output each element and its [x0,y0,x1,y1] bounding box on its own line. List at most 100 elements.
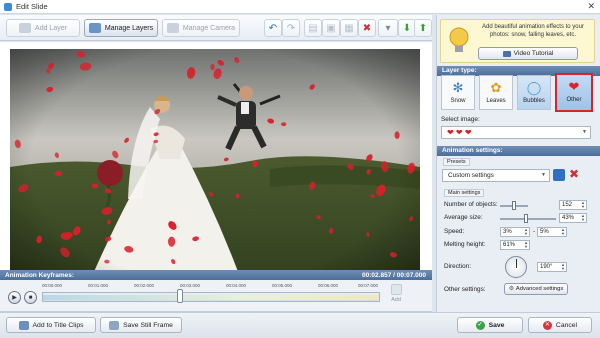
number-of-objects-slider[interactable] [500,201,528,210]
layer-copy-button[interactable]: ▣ [322,19,340,37]
other-settings-label: Other settings: [444,286,486,293]
undo-button[interactable]: ↶ [264,19,282,37]
speed-label: Speed: [444,228,465,235]
spinner-icon[interactable]: ▲ ▼ [524,241,528,249]
average-size-field[interactable]: 43% ▲ ▼ [559,213,587,223]
speed-dash: - [533,228,536,235]
spinner-icon[interactable]: ▲ ▼ [524,228,528,236]
spinner-icon[interactable]: ▲ ▼ [561,263,565,271]
manage-layers-button[interactable]: Manage Layers [84,19,158,37]
number-of-objects-label: Number of objects: [444,201,498,208]
save-button[interactable]: ✓ Save [457,317,523,333]
shapes-icon: ❤ [568,79,580,94]
app-icon [4,2,12,11]
add-to-title-clips-button[interactable]: Add to Title Clips [6,317,96,333]
chevron-down-icon: ▼ [582,129,587,135]
timeline-tick-label: 00:02.000 [134,283,155,288]
average-size-slider[interactable] [500,214,556,223]
leaf-icon: ✿ [490,80,502,95]
chevron-down-icon: ▼ [541,172,546,178]
select-image-dropdown[interactable]: ❤ ❤ ❤ ▼ [441,126,591,139]
dial-needle [516,259,517,268]
play-icon: ▶ [12,295,17,301]
tip-box: Add beautiful animation effects to your … [440,19,595,63]
layer-type-snow[interactable]: ✻ Snow [441,75,475,110]
select-image-label: Select image: [441,116,480,123]
spinner-icon[interactable]: ▲ ▼ [581,214,585,222]
direction-label: Direction: [444,263,471,270]
move-up-button[interactable]: ⬆ [414,19,432,37]
speed-to-field[interactable]: 5% ▲ ▼ [537,227,567,237]
undo-icon: ↶ [268,22,278,34]
timeline-track[interactable] [42,292,380,302]
direction-value: 190° [540,264,553,270]
add-layer-label: Add Layer [35,24,67,32]
delete-icon: ✖ [362,22,372,34]
manage-camera-label: Manage Camera [182,24,236,32]
speed-from-field[interactable]: 3% ▲ ▼ [500,227,530,237]
save-label: Save [488,321,505,329]
redo-icon: ↷ [286,22,296,34]
slider-thumb[interactable] [512,201,516,210]
layer-type-label: Snow [450,98,466,104]
spinner-icon[interactable]: ▲ ▼ [581,201,585,209]
options-icon: ▾ [385,22,391,34]
bubble-icon: ◯ [526,80,542,95]
video-tutorial-label: Video Tutorial [513,50,554,57]
direction-field[interactable]: 190° ▲ ▼ [537,262,567,272]
copy-icon: ▣ [326,22,336,34]
average-size-label: Average size: [444,214,483,221]
spinner-icon[interactable]: ▲ ▼ [561,228,565,236]
advanced-settings-label: Advanced settings [515,286,564,292]
lightbulb-icon [449,27,469,52]
arrow-up-icon: ⬆ [418,22,428,34]
video-tutorial-button[interactable]: Video Tutorial [478,47,578,60]
layer-type-bubbles[interactable]: ◯ Bubbles [517,75,551,110]
save-still-frame-button[interactable]: Save Still Frame [100,317,182,333]
layer-options-dropdown[interactable]: ▾ [378,19,398,37]
cancel-icon: ✕ [542,320,552,330]
speed-to-value: 5% [540,229,549,235]
number-of-objects-field[interactable]: 152 ▲ ▼ [559,200,587,210]
delete-layer-button[interactable]: ✖ [358,19,376,37]
main-settings-label: Main settings [444,189,485,197]
save-still-frame-label: Save Still Frame [123,321,173,329]
snowflake-icon: ✻ [452,80,464,95]
melting-height-field[interactable]: 61% ▲ ▼ [500,240,530,250]
layer-type-other[interactable]: ❤ Other [555,73,593,112]
direction-dial[interactable] [505,256,527,278]
slider-thumb[interactable] [524,214,528,223]
average-size-value: 43% [562,215,575,221]
advanced-settings-button[interactable]: ⚙ Advanced settings [504,283,568,295]
layer-paste-button[interactable]: ▦ [340,19,358,37]
add-keyframe-button[interactable]: Add [388,284,404,308]
slide-canvas[interactable] [0,42,432,308]
camera-icon [166,23,179,33]
manage-camera-button[interactable]: Manage Camera [162,19,240,37]
keyframe-add-icon [390,284,402,295]
save-preset-icon[interactable] [553,169,565,181]
editor-toolbar: Add Layer Manage Layers Manage Camera ↶ … [0,15,432,41]
timeline-tick-label: 00:04.000 [226,283,247,288]
window-title: Edit Slide [16,2,48,11]
rose-petal [168,236,176,247]
cancel-button[interactable]: ✕ Cancel [528,317,592,333]
layer-type-leaves[interactable]: ✿ Leaves [479,75,513,110]
add-layer-button[interactable]: Add Layer [6,19,80,37]
timeline-tick-label: 00:05.000 [272,283,293,288]
stop-button[interactable]: ■ [24,291,37,304]
animation-settings-header: Animation settings: [437,146,600,156]
close-icon[interactable]: ✕ [587,1,595,12]
layer-align-button[interactable]: ▤ [304,19,322,37]
play-button[interactable]: ▶ [8,291,21,304]
redo-button[interactable]: ↷ [282,19,300,37]
presets-dropdown[interactable]: Custom settings ▼ [442,169,550,182]
add-keyframe-label: Add [391,297,401,303]
speed-from-value: 3% [503,229,512,235]
melting-height-value: 61% [503,242,516,248]
number-of-objects-value: 152 [562,202,573,208]
timeline-playhead[interactable] [176,289,183,303]
layer-type-label: Leaves [486,98,506,104]
delete-preset-icon[interactable]: ✖ [569,167,579,181]
keyframes-time: 00:02.857 / 00:07.000 [362,271,426,279]
